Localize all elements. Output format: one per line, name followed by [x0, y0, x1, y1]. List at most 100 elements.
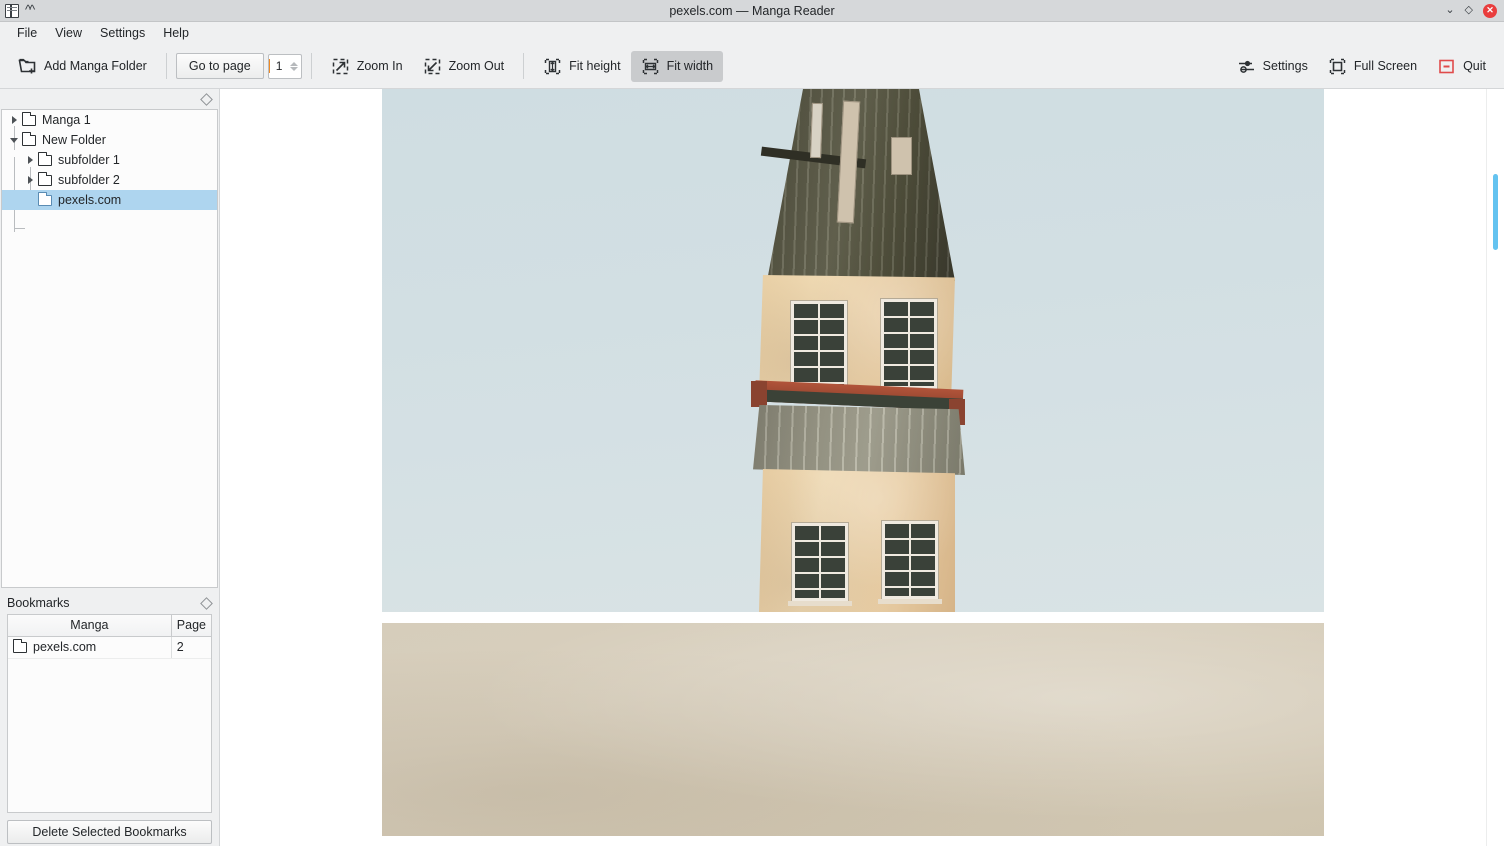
- window: [792, 523, 848, 601]
- float-panel-icon[interactable]: [201, 598, 212, 609]
- bookmark-page-cell[interactable]: 2: [171, 636, 211, 659]
- lower-roof: [753, 405, 965, 475]
- column-header-manga[interactable]: Manga: [8, 615, 172, 637]
- add-manga-folder-label: Add Manga Folder: [44, 59, 147, 73]
- close-icon[interactable]: ✕: [1483, 3, 1497, 18]
- maximize-button[interactable]: ◇: [1465, 5, 1473, 16]
- page-viewer[interactable]: [220, 89, 1504, 846]
- go-to-page-button[interactable]: Go to page: [175, 53, 264, 79]
- tree-item-label: subfolder 2: [58, 173, 120, 187]
- column-header-page[interactable]: Page: [171, 615, 211, 637]
- folder-icon: [21, 112, 36, 126]
- page-number-value[interactable]: 1: [268, 59, 282, 73]
- page-stack: [220, 89, 1486, 846]
- chevron-right-icon[interactable]: [6, 116, 22, 124]
- caret-down-icon[interactable]: [289, 66, 298, 71]
- add-manga-folder-button[interactable]: Add Manga Folder: [8, 51, 157, 82]
- tree-item-pexels-com[interactable]: pexels.com: [2, 190, 217, 210]
- viewer-scrollbar[interactable]: [1486, 89, 1504, 846]
- cornice-end: [751, 381, 767, 407]
- window: [791, 301, 847, 391]
- main-body: Manga 1 New Folder subfolder 1 subfolder…: [0, 89, 1504, 846]
- page-image-2: [382, 623, 1324, 836]
- full-screen-button[interactable]: Full Screen: [1318, 51, 1427, 82]
- manga-page-2[interactable]: [382, 623, 1324, 836]
- menu-help[interactable]: Help: [154, 24, 198, 42]
- window: [882, 521, 938, 599]
- tree-item-label: subfolder 1: [58, 153, 120, 167]
- zoom-in-button[interactable]: Zoom In: [321, 51, 413, 82]
- menu-bar: File View Settings Help: [0, 22, 1504, 44]
- book-icon: [5, 3, 19, 18]
- manga-tree-view[interactable]: Manga 1 New Folder subfolder 1 subfolder…: [1, 109, 218, 588]
- settings-label: Settings: [1262, 59, 1308, 73]
- quit-icon: [1439, 59, 1454, 73]
- chimney: [891, 137, 912, 175]
- zoom-in-icon: [332, 58, 348, 74]
- window-controls: ⌄ ◇ ✕: [1445, 3, 1504, 18]
- zoom-out-button[interactable]: Zoom Out: [413, 51, 515, 82]
- full-screen-label: Full Screen: [1353, 59, 1418, 73]
- folder-icon: [21, 132, 36, 146]
- caret-up-icon[interactable]: [289, 61, 298, 66]
- folder-icon: [37, 152, 52, 166]
- titlebar-left-icons: ^^: [0, 3, 35, 18]
- bookmarks-title: Bookmarks: [7, 596, 70, 610]
- tree-panel-header: [1, 89, 218, 109]
- title-bar: ^^ pexels.com — Manga Reader ⌄ ◇ ✕: [0, 0, 1504, 22]
- fit-height-icon: [544, 58, 561, 74]
- bookmarks-header: Bookmarks: [1, 592, 218, 614]
- tree-item-label: Manga 1: [42, 113, 91, 127]
- menu-view[interactable]: View: [46, 24, 91, 42]
- folder-icon: [37, 172, 52, 186]
- page-image-1: [382, 89, 1324, 612]
- table-row[interactable]: pexels.com 2: [8, 636, 211, 659]
- bookmark-manga-cell[interactable]: pexels.com: [8, 636, 172, 659]
- fit-width-label: Fit width: [666, 59, 714, 73]
- manga-page-1[interactable]: [382, 89, 1324, 612]
- toolbar-separator: [523, 53, 525, 79]
- float-panel-icon[interactable]: [201, 94, 212, 105]
- scrollbar-thumb[interactable]: [1493, 174, 1498, 250]
- quit-label: Quit: [1463, 59, 1486, 73]
- window-sill: [878, 599, 942, 604]
- tree-item-subfolder-1[interactable]: subfolder 1: [2, 150, 217, 170]
- tree-item-label: New Folder: [42, 133, 106, 147]
- zoom-in-label: Zoom In: [356, 59, 403, 73]
- folder-icon: [37, 192, 52, 206]
- window-sill: [788, 601, 852, 606]
- fit-height-button[interactable]: Fit height: [533, 51, 630, 82]
- bookmark-manga-label: pexels.com: [33, 640, 97, 654]
- page-number-spinner[interactable]: 1: [267, 53, 302, 79]
- fit-width-button[interactable]: Fit width: [630, 50, 724, 82]
- main-toolbar: Add Manga Folder Go to page 1 Zoom In Zo…: [0, 44, 1504, 89]
- settings-button[interactable]: Settings: [1227, 51, 1318, 82]
- chevron-down-icon[interactable]: [6, 137, 22, 143]
- menu-file[interactable]: File: [8, 24, 46, 42]
- fullscreen-icon: [1329, 58, 1346, 74]
- tree-item-subfolder-2[interactable]: subfolder 2: [2, 170, 217, 190]
- chevron-right-icon[interactable]: [22, 156, 38, 164]
- fit-width-icon: [642, 58, 658, 74]
- tree-item-manga-1[interactable]: Manga 1: [2, 110, 217, 130]
- page-navigation-group: Go to page 1: [175, 53, 302, 79]
- building-illustration: [703, 89, 1003, 612]
- toolbar-separator: [165, 53, 167, 79]
- bookmarks-table[interactable]: Manga Page pexels.com 2: [7, 614, 212, 813]
- zoom-out-icon: [424, 58, 440, 74]
- tree-guide-line: [14, 228, 25, 229]
- sliders-icon: [1238, 60, 1254, 73]
- chimney: [810, 102, 823, 159]
- delete-selected-bookmarks-button[interactable]: Delete Selected Bookmarks: [7, 820, 212, 844]
- folder-icon: [12, 639, 27, 653]
- tree-item-new-folder[interactable]: New Folder: [2, 130, 217, 150]
- quit-button[interactable]: Quit: [1427, 51, 1496, 82]
- minimize-button[interactable]: ⌄: [1445, 5, 1454, 16]
- menu-settings[interactable]: Settings: [91, 24, 154, 42]
- chevron-right-icon[interactable]: [22, 176, 38, 184]
- zoom-out-label: Zoom Out: [448, 59, 505, 73]
- spinner-arrows[interactable]: [289, 55, 298, 78]
- window: [881, 299, 937, 389]
- left-dock: Manga 1 New Folder subfolder 1 subfolder…: [0, 89, 220, 846]
- double-chevron-up-icon[interactable]: ^^: [25, 3, 35, 16]
